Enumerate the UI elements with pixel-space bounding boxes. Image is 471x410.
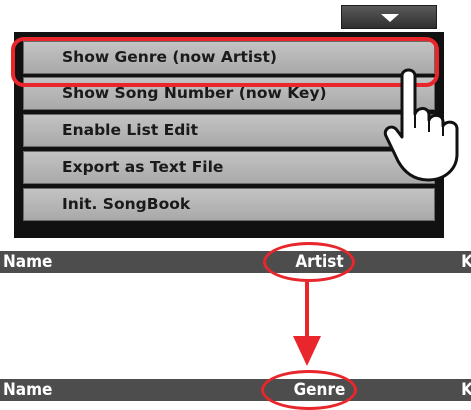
column-key-label: K [461, 252, 471, 272]
column-artist-label: Artist [295, 252, 344, 272]
column-header-after: Name Genre K [0, 379, 471, 401]
arrow-head-icon [293, 336, 321, 366]
menu-dropdown-button[interactable] [341, 5, 437, 29]
column-header-before: Name Artist K [0, 251, 471, 273]
menu-item-enable-list-edit[interactable]: Enable List Edit [23, 114, 435, 147]
arrow-down-icon [305, 282, 309, 340]
menu-item-init-songbook[interactable]: Init. SongBook [23, 188, 435, 221]
pointing-hand-icon [383, 68, 459, 182]
column-genre-label: Genre [293, 380, 346, 400]
menu-item-export-text-file[interactable]: Export as Text File [23, 151, 435, 184]
highlight-outline [11, 37, 439, 87]
highlight-oval-genre [261, 370, 357, 410]
column-key-label: K [461, 380, 471, 400]
triangle-down-icon [381, 14, 399, 22]
highlight-oval-artist [263, 242, 355, 282]
